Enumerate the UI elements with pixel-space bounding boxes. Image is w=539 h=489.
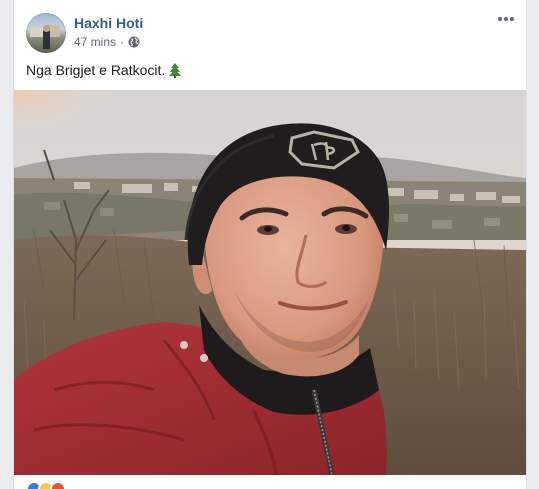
evergreen-tree-icon <box>169 63 182 78</box>
reaction-summary[interactable] <box>26 481 66 489</box>
news-feed: Haxhi Hoti 47 mins · Nga Brigjet e Ratko… <box>0 0 539 489</box>
avatar-background <box>30 27 44 37</box>
post-message-text: Nga Brigjet e Ratkocit. <box>26 62 166 78</box>
more-options-icon <box>498 17 514 21</box>
post-message: Nga Brigjet e Ratkocit. <box>26 61 182 80</box>
post-photo[interactable] <box>14 90 526 475</box>
post-meta: 47 mins · <box>74 34 143 50</box>
avatar-person-head <box>43 25 50 32</box>
post-card: Haxhi Hoti 47 mins · Nga Brigjet e Ratko… <box>13 0 527 489</box>
globe-icon[interactable] <box>128 36 140 48</box>
header-text: Haxhi Hoti 47 mins · <box>74 13 143 50</box>
meta-separator: · <box>120 35 125 49</box>
wow-reaction-icon <box>50 481 66 489</box>
post-header: Haxhi Hoti 47 mins · <box>26 13 143 53</box>
avatar[interactable] <box>26 13 66 53</box>
post-timestamp[interactable]: 47 mins <box>74 34 116 50</box>
selfie-photo <box>14 90 526 475</box>
avatar-person <box>43 29 50 49</box>
author-name[interactable]: Haxhi Hoti <box>74 14 143 32</box>
more-options-button[interactable] <box>496 12 516 26</box>
